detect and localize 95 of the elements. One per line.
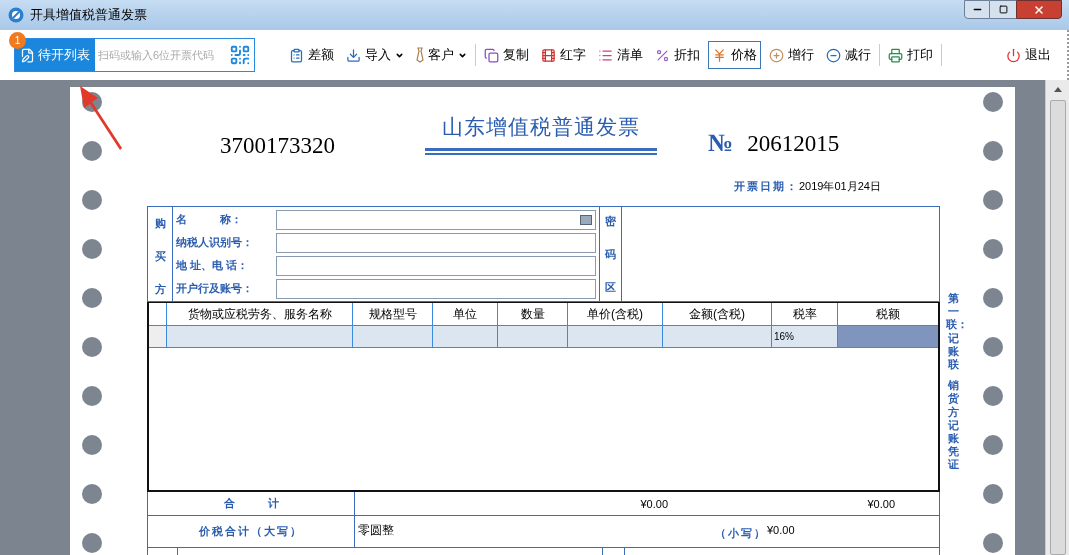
maximize-icon <box>998 5 1008 14</box>
total-tax: ¥0.00 <box>866 496 896 512</box>
punch-hole <box>983 386 1003 406</box>
download-icon <box>346 47 361 63</box>
punch-hole <box>983 92 1003 112</box>
punch-hole <box>983 533 1003 553</box>
yen-icon <box>712 47 727 63</box>
cipher-area-label: 密码区 <box>600 207 622 301</box>
amount-in-words: 零圆整 <box>357 522 395 539</box>
clipboard-icon <box>289 47 304 63</box>
close-button[interactable] <box>1016 0 1062 19</box>
maximize-button[interactable] <box>990 0 1016 19</box>
table-cell[interactable]: 16% <box>772 326 838 347</box>
punch-hole <box>983 239 1003 259</box>
punch-hole <box>983 141 1003 161</box>
total-amount: ¥0.00 <box>639 496 668 512</box>
tax-code: 3700173320 <box>220 132 336 160</box>
toolbar-button[interactable]: 客户 <box>412 41 471 69</box>
column-header: 规格型号 <box>353 303 433 325</box>
small-amount: ¥0.00 <box>767 523 795 538</box>
column-header: 货物或应税劳务、服务名称 <box>167 303 353 325</box>
toolbar-button[interactable]: 减行 <box>822 41 875 69</box>
toolbar-button[interactable]: 折扣 <box>651 41 704 69</box>
buyer-field-label: 纳税人识别号： <box>176 235 254 251</box>
punch-hole <box>983 484 1003 504</box>
tie-icon <box>416 47 424 63</box>
table-cell[interactable] <box>663 326 772 347</box>
punch-hole <box>983 435 1003 455</box>
buyer-input-field[interactable] <box>276 278 596 299</box>
table-cell[interactable] <box>498 326 568 347</box>
scrollbar[interactable] <box>1045 80 1069 555</box>
punch-hole <box>82 288 102 308</box>
buyer-input-field[interactable] <box>276 232 596 253</box>
table-cell[interactable] <box>167 326 353 347</box>
buyer-field-label: 开户行及账号： <box>176 281 254 297</box>
toolbar-button[interactable]: 导入 <box>342 41 408 69</box>
punch-hole <box>82 533 102 553</box>
punch-hole <box>983 288 1003 308</box>
copy-icon <box>484 47 499 63</box>
copy-note: 销货方记账凭证 <box>946 379 960 472</box>
punch-hole <box>82 435 102 455</box>
buyer-input-field[interactable] <box>276 255 596 276</box>
minimize-button[interactable] <box>964 0 990 19</box>
app-logo-icon <box>8 7 24 23</box>
buyer-field-label: 名 称： <box>176 212 243 228</box>
scroll-thumb[interactable] <box>1049 99 1066 555</box>
power-icon <box>1006 47 1021 63</box>
punch-hole <box>82 386 102 406</box>
toolbar-button[interactable]: 复制 <box>480 41 533 69</box>
percent-icon <box>655 47 670 63</box>
column-header: 单价(含税) <box>568 303 663 325</box>
buyer-side-label: 购买方 <box>148 207 173 301</box>
invoice-number: 20612015 <box>747 130 840 158</box>
printer-icon <box>888 47 903 63</box>
column-header: 税额 <box>875 306 901 323</box>
toolbar-button[interactable]: 差额 <box>285 41 338 69</box>
row-header[interactable] <box>149 326 167 347</box>
window-title: 开具增值税普通发票 <box>30 6 147 25</box>
punch-hole <box>82 337 102 357</box>
toolbar-button[interactable]: 打印 <box>884 41 937 69</box>
film-strip-icon <box>541 47 556 63</box>
punch-hole <box>983 190 1003 210</box>
add-row-icon <box>769 47 784 63</box>
column-header: 税率 <box>772 303 838 325</box>
number-sign: № <box>708 128 734 158</box>
toolbar-button[interactable]: 红字 <box>537 41 590 69</box>
table-cell[interactable] <box>568 326 663 347</box>
punch-hole <box>82 484 102 504</box>
list-icon <box>598 47 613 63</box>
grand-total-label: 价税合计（大写） <box>148 516 355 547</box>
punch-hole <box>82 141 102 161</box>
remove-row-icon <box>826 47 841 63</box>
date-label: 开票日期： <box>734 178 799 194</box>
toolbar-button[interactable]: 增行 <box>765 41 818 69</box>
table-cell[interactable] <box>353 326 433 347</box>
total-label: 合 计 <box>148 492 355 515</box>
buyer-input-field[interactable] <box>276 209 596 230</box>
invoice-title: 山东增值税普通发票 <box>442 114 640 141</box>
column-header: 数量 <box>498 303 568 325</box>
small-amount-label: （小写） <box>715 526 767 541</box>
toolbar-button[interactable]: 价格 <box>708 41 761 69</box>
scroll-up-icon <box>1053 86 1062 92</box>
toolbar-button[interactable]: 清单 <box>594 41 647 69</box>
invoice-date: 2019年01月24日 <box>799 178 881 194</box>
column-header: 金额(含税) <box>663 303 772 325</box>
table-cell[interactable] <box>433 326 498 347</box>
column-header: 单位 <box>433 303 498 325</box>
close-icon <box>1033 3 1045 16</box>
picker-icon <box>580 214 592 225</box>
punch-hole <box>983 337 1003 357</box>
buyer-field-label: 地 址、电 话： <box>176 258 250 274</box>
punch-hole <box>82 190 102 210</box>
table-cell[interactable] <box>838 326 938 347</box>
punch-hole <box>82 239 102 259</box>
toolbar-button[interactable]: 退出 <box>1002 41 1055 69</box>
